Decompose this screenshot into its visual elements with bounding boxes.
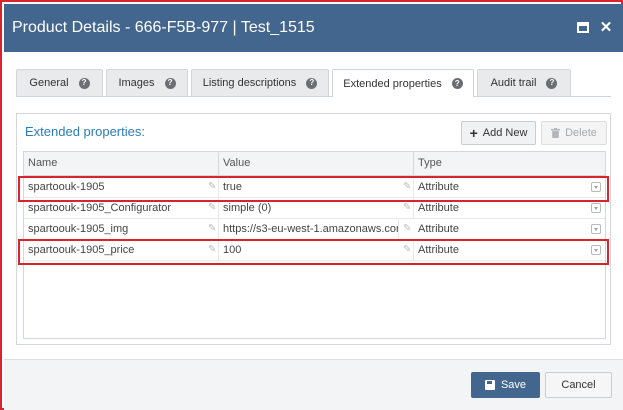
dialog-body: General ? Images ? Listing descriptions … (4, 52, 623, 359)
column-header-value[interactable]: Value (219, 152, 414, 175)
trash-icon (551, 128, 561, 138)
type-cell[interactable]: Attribute (414, 219, 605, 240)
pencil-icon[interactable]: ✎ (403, 203, 413, 213)
type-cell[interactable]: Attribute (414, 198, 605, 219)
save-button[interactable]: Save (471, 372, 540, 398)
question-circle-icon: ? (451, 78, 463, 89)
save-label: Save (500, 379, 527, 391)
tab-label: Audit trail (490, 77, 537, 89)
table-row[interactable]: spartoouk-1905_price ✎ 100 ✎ Attribute (24, 240, 605, 261)
pencil-icon[interactable]: ✎ (208, 182, 218, 192)
value-cell[interactable]: 100 (219, 240, 414, 261)
name-cell[interactable]: spartoouk-1905_img (24, 219, 219, 240)
type-text: Attribute (418, 244, 459, 256)
pencil-icon[interactable]: ✎ (208, 203, 218, 213)
panel-title: Extended properties: (25, 124, 145, 139)
value-text: simple (0) (223, 202, 272, 214)
tab-listing-descriptions[interactable]: Listing descriptions ? (191, 69, 329, 96)
dialog-footer: Save Cancel (4, 359, 623, 410)
add-new-label: Add New (482, 127, 528, 139)
question-circle-icon: ? (306, 77, 318, 89)
value-cell[interactable]: true (219, 177, 414, 198)
tab-extended-properties[interactable]: Extended properties ? (332, 69, 474, 97)
dropdown-icon[interactable] (591, 245, 601, 255)
grid-header: Name Value Type (24, 152, 605, 176)
pencil-icon[interactable]: ✎ (403, 245, 413, 255)
pencil-icon[interactable]: ✎ (208, 245, 218, 255)
delete-button[interactable]: Delete (541, 121, 607, 145)
pencil-icon[interactable]: ✎ (208, 224, 218, 234)
maximize-icon[interactable] (576, 21, 590, 35)
close-icon[interactable]: ✕ (599, 20, 613, 35)
add-new-button[interactable]: + Add New (461, 121, 536, 145)
tab-general[interactable]: General ? (16, 69, 103, 96)
cancel-button[interactable]: Cancel (545, 372, 612, 398)
value-text: 100 (223, 244, 242, 256)
dialog-titlebar: Product Details - 666-F5B-977 | Test_151… (4, 4, 623, 52)
name-text: spartoouk-1905_Configurator (28, 202, 172, 214)
pencil-icon[interactable]: ✎ (403, 224, 413, 234)
tab-label: General (29, 77, 69, 89)
question-circle-icon: ? (78, 77, 90, 89)
name-cell[interactable]: spartoouk-1905 (24, 177, 219, 198)
value-text: true (223, 181, 242, 193)
tab-images[interactable]: Images ? (106, 69, 188, 96)
name-cell[interactable]: spartoouk-1905_Configurator (24, 198, 219, 219)
dropdown-icon[interactable] (591, 203, 601, 213)
type-text: Attribute (418, 202, 459, 214)
table-row[interactable]: spartoouk-1905 ✎ true ✎ Attribute (24, 177, 605, 198)
name-cell[interactable]: spartoouk-1905_price (24, 240, 219, 261)
tab-label: Extended properties (343, 77, 442, 90)
name-text: spartoouk-1905 (28, 181, 105, 193)
dialog-title: Product Details - 666-F5B-977 | Test_151… (12, 19, 315, 36)
value-cell[interactable]: simple (0) (219, 198, 414, 219)
tab-label: Listing descriptions (202, 77, 297, 89)
type-cell[interactable]: Attribute (414, 177, 605, 198)
table-row[interactable]: spartoouk-1905_img ✎ https://s3-eu-west-… (24, 219, 605, 240)
tab-divider (16, 96, 611, 97)
table-row[interactable]: spartoouk-1905_Configurator ✎ simple (0)… (24, 198, 605, 219)
type-cell[interactable]: Attribute (414, 240, 605, 261)
delete-label: Delete (565, 127, 597, 139)
value-text: https://s3-eu-west-1.amazonaws.com... (223, 223, 399, 235)
type-text: Attribute (418, 181, 459, 193)
floppy-disk-icon (484, 380, 495, 390)
properties-grid: Name Value Type spartoouk-1905 ✎ true ✎ … (23, 151, 606, 339)
dialog-frame: Product Details - 666-F5B-977 | Test_151… (0, 0, 623, 410)
dropdown-icon[interactable] (591, 224, 601, 234)
column-header-type[interactable]: Type (414, 152, 605, 175)
column-header-name[interactable]: Name (24, 152, 219, 175)
value-cell[interactable]: https://s3-eu-west-1.amazonaws.com... (219, 219, 399, 240)
dropdown-icon[interactable] (591, 182, 601, 192)
tab-bar: General ? Images ? Listing descriptions … (16, 69, 611, 97)
tab-audit-trail[interactable]: Audit trail ? (477, 69, 571, 96)
question-circle-icon: ? (546, 77, 558, 89)
question-circle-icon: ? (164, 77, 176, 89)
type-text: Attribute (418, 223, 459, 235)
pencil-icon[interactable]: ✎ (403, 182, 413, 192)
name-text: spartoouk-1905_price (28, 244, 135, 256)
tab-label: Images (118, 77, 155, 89)
name-text: spartoouk-1905_img (28, 223, 129, 235)
extended-properties-panel: Extended properties: + Add New Delete Na… (16, 113, 611, 345)
plus-icon: + (469, 125, 478, 141)
cancel-label: Cancel (561, 379, 596, 391)
